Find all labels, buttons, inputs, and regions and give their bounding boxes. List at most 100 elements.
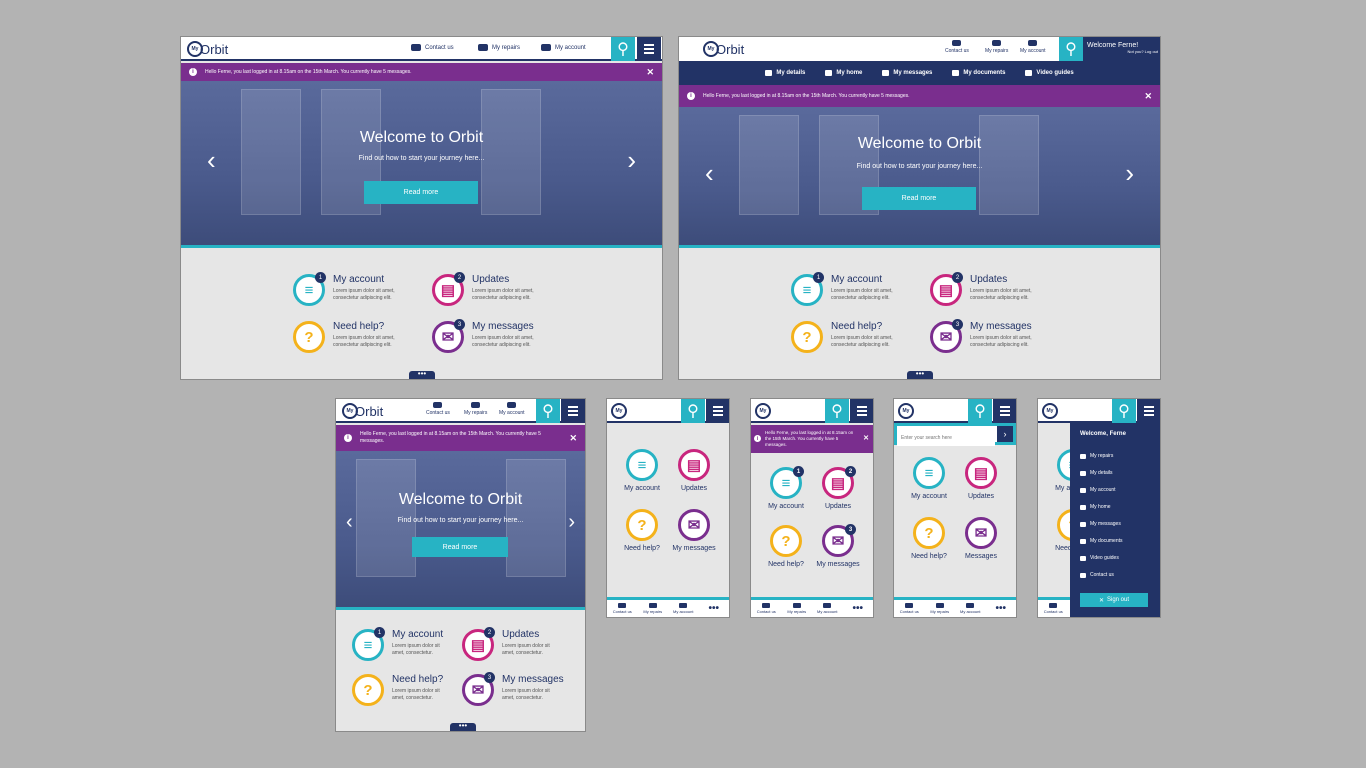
logo[interactable]: My Orbit [342, 402, 383, 420]
prev-arrow-icon[interactable]: ‹ [346, 511, 353, 534]
subnav-my-documents[interactable]: My documents [952, 70, 1005, 76]
tile-my-messages[interactable]: ✉ 3 My messages [808, 524, 868, 568]
menu-item-my-messages[interactable]: My messages [1080, 521, 1121, 527]
menu-button[interactable] [1137, 399, 1160, 423]
menu-item-my-home[interactable]: My home [1080, 504, 1111, 510]
nav-my-repairs[interactable]: My repairs [985, 40, 1008, 54]
logo[interactable]: My [1042, 402, 1058, 420]
tile-need-help[interactable]: ? Need help? Lorem ipsum dolor sit amet, c… [791, 319, 926, 359]
footer-more[interactable]: ••• [699, 600, 730, 617]
search-button[interactable]: ⚲ [968, 399, 992, 423]
subnav-my-messages[interactable]: My messages [882, 70, 932, 76]
prev-arrow-icon[interactable]: ‹ [207, 145, 216, 176]
tile-updates[interactable]: ▤ 2 Updates [808, 466, 868, 510]
tile-updates[interactable]: ▤ Updates [664, 449, 724, 492]
footer-my-repairs[interactable]: My repairs [925, 600, 956, 617]
tile-messages[interactable]: ✉ Messages [951, 517, 1011, 560]
read-more-button[interactable]: Read more [862, 187, 976, 210]
footer-contact-us[interactable]: Contact us [607, 600, 638, 617]
more-tab[interactable]: ••• [409, 370, 435, 379]
nav-my-repairs[interactable]: My repairs [478, 44, 520, 51]
menu-item-contact-us[interactable]: Contact us [1080, 572, 1114, 578]
footer-my-repairs[interactable]: My repairs [782, 600, 813, 617]
more-tab[interactable]: ••• [907, 370, 933, 379]
menu-item-my-account[interactable]: My account [1080, 487, 1116, 493]
footer-more[interactable]: ••• [986, 600, 1017, 617]
tile-my-account[interactable]: ≡ 1 My account [756, 466, 816, 510]
read-more-button[interactable]: Read more [364, 181, 478, 204]
tile-my-messages[interactable]: ✉ 3 My messages Lorem ipsum dolor sit amet,… [462, 672, 567, 712]
prev-arrow-icon[interactable]: ‹ [705, 158, 714, 189]
logo[interactable]: My [755, 402, 771, 420]
logo[interactable]: My [898, 402, 914, 420]
close-icon[interactable]: ✕ [863, 435, 869, 442]
search-button[interactable]: ⚲ [825, 399, 849, 423]
search-button[interactable]: ⚲ [1112, 399, 1136, 423]
nav-my-account[interactable]: My account [1020, 40, 1046, 54]
search-submit-button[interactable]: › [997, 426, 1013, 442]
close-icon[interactable]: ✕ [1144, 91, 1152, 102]
menu-button[interactable] [561, 399, 585, 423]
footer-my-account[interactable]: My account [955, 600, 986, 617]
tile-my-account[interactable]: ≡My account [899, 457, 959, 500]
footer-my-account[interactable]: My account [812, 600, 843, 617]
tile-updates[interactable]: ▤ Updates [951, 457, 1011, 500]
tile-my-messages[interactable]: ✉ My messages [664, 509, 724, 552]
nav-my-account[interactable]: My account [499, 402, 525, 416]
nav-contact-us[interactable]: Contact us [411, 44, 454, 51]
tile-my-account[interactable]: ≡ 1 My account Lorem ipsum dolor sit amet, … [293, 272, 428, 312]
tile-need-help[interactable]: ?Need help? [899, 517, 959, 560]
nav-my-repairs[interactable]: My repairs [464, 402, 487, 416]
search-button[interactable]: ⚲ [536, 399, 560, 423]
tile-need-help[interactable]: ?Need help? [612, 509, 672, 552]
footer-contact-us[interactable]: Contact us [894, 600, 925, 617]
tile-updates[interactable]: ▤ 2 Updates Lorem ipsum dolor sit amet, con… [462, 627, 567, 667]
next-arrow-icon[interactable]: › [1125, 158, 1134, 189]
help-icon: ? [352, 674, 384, 706]
nav-my-account[interactable]: My account [541, 44, 586, 51]
menu-item-my-repairs[interactable]: My repairs [1080, 453, 1113, 459]
sign-out-button[interactable]: ✕ Sign out [1080, 593, 1148, 607]
person-icon [1080, 470, 1086, 476]
read-more-button[interactable]: Read more [412, 537, 508, 557]
nav-contact-us[interactable]: Contact us [426, 402, 450, 416]
footer-more[interactable]: ••• [843, 600, 874, 617]
tile-my-account[interactable]: ≡ 1 My account Lorem ipsum dolor sit amet, … [352, 627, 457, 667]
menu-button[interactable] [637, 37, 661, 61]
menu-button[interactable] [993, 399, 1016, 423]
logo[interactable]: My Orbit [187, 40, 228, 58]
tile-need-help[interactable]: ?Need help? [756, 525, 816, 568]
footer-contact-us[interactable]: Contact us [1038, 600, 1069, 617]
search-button[interactable]: ⚲ [611, 37, 635, 61]
tile-updates[interactable]: ▤ 2 Updates Lorem ipsum dolor sit amet, con… [930, 272, 1065, 312]
tile-my-account[interactable]: ≡ 1 My account Lorem ipsum dolor sit amet, … [791, 272, 926, 312]
next-arrow-icon[interactable]: › [627, 145, 636, 176]
tile-my-messages[interactable]: ✉ 3 My messages Lorem ipsum dolor sit amet,… [930, 319, 1065, 359]
subnav-my-home[interactable]: My home [825, 70, 862, 76]
tile-need-help[interactable]: ? Need help? Lorem ipsum dolor sit amet, c… [352, 672, 457, 712]
next-arrow-icon[interactable]: › [568, 511, 575, 534]
menu-button[interactable] [850, 399, 873, 423]
subnav-my-details[interactable]: My details [765, 70, 805, 76]
menu-button[interactable] [706, 399, 729, 423]
close-icon[interactable]: ✕ [569, 433, 577, 442]
footer-my-repairs[interactable]: My repairs [638, 600, 669, 617]
tile-updates[interactable]: ▤ 2 Updates Lorem ipsum dolor sit amet, con… [432, 272, 567, 312]
logo[interactable]: My [611, 402, 627, 420]
close-icon[interactable]: ✕ [646, 67, 654, 78]
menu-item-my-details[interactable]: My details [1080, 470, 1113, 476]
tile-need-help[interactable]: ? Need help? Lorem ipsum dolor sit amet, c… [293, 319, 428, 359]
search-input[interactable] [897, 430, 995, 446]
subnav-video-guides[interactable]: Video guides [1025, 70, 1074, 76]
more-tab[interactable]: ••• [450, 722, 476, 731]
search-button[interactable]: ⚲ [1059, 37, 1083, 61]
menu-item-video-guides[interactable]: Video guides [1080, 555, 1119, 561]
menu-item-my-documents[interactable]: My documents [1080, 538, 1123, 544]
footer-contact-us[interactable]: Contact us [751, 600, 782, 617]
logo[interactable]: My Orbit [703, 40, 744, 58]
nav-contact-us[interactable]: Contact us [945, 40, 969, 54]
tile-my-messages[interactable]: ✉ 3 My messages Lorem ipsum dolor sit amet,… [432, 319, 567, 359]
footer-my-account[interactable]: My account [668, 600, 699, 617]
search-button[interactable]: ⚲ [681, 399, 705, 423]
tile-my-account[interactable]: ≡My account [612, 449, 672, 492]
